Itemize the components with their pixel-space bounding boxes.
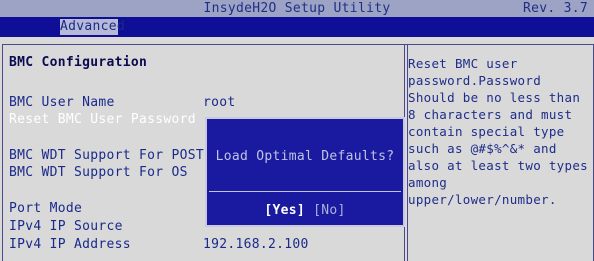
help-line: 8 characters and must — [408, 107, 573, 122]
setting-bmc-wdt-post[interactable]: BMC WDT Support For POST — [9, 148, 204, 163]
confirm-dialog: Load Optimal Defaults? [Yes] [No] — [205, 117, 405, 227]
help-text: Reset BMC user password.Password Should … — [408, 55, 590, 208]
help-line: among — [408, 175, 448, 190]
help-line: password.Password — [408, 73, 542, 88]
help-line: such as @#$%^&* and — [408, 141, 557, 156]
app-title: InsydeH2O Setup Utility — [203, 1, 391, 16]
revision-label: Rev. 3.7 — [522, 1, 588, 16]
menu-bar: Advanced — [0, 17, 594, 37]
setting-bmc-wdt-os[interactable]: BMC WDT Support For OS — [9, 165, 188, 180]
no-button[interactable]: [No] — [313, 203, 346, 218]
dialog-question: Load Optimal Defaults? — [215, 149, 395, 164]
setting-ipv4-ip-source[interactable]: IPv4 IP Source — [9, 219, 123, 234]
yes-button[interactable]: [Yes] — [264, 203, 305, 218]
setting-bmc-user-name-value: root — [203, 95, 236, 110]
dialog-divider — [209, 191, 401, 192]
help-panel: Reset BMC user password.Password Should … — [404, 44, 594, 261]
dialog-buttons: [Yes] [No] — [207, 203, 403, 218]
setting-ipv4-ip-address[interactable]: IPv4 IP Address — [9, 237, 131, 252]
title-bar: InsydeH2O Setup Utility Rev. 3.7 — [0, 0, 594, 17]
help-line: also at least two types — [408, 158, 588, 173]
tab-advanced[interactable]: Advanced — [60, 19, 125, 35]
help-line: Should be no less than — [408, 90, 581, 105]
help-line: contain special type — [408, 124, 565, 139]
setting-bmc-user-name[interactable]: BMC User Name — [9, 95, 115, 110]
setting-port-mode[interactable]: Port Mode — [9, 201, 82, 216]
setting-reset-bmc-user-password[interactable]: Reset BMC User Password — [9, 112, 196, 127]
section-title: BMC Configuration — [9, 55, 148, 70]
help-line: Reset BMC user — [408, 56, 518, 71]
help-line: upper/lower/number. — [408, 192, 557, 207]
setting-ipv4-ip-address-value: 192.168.2.100 — [203, 237, 309, 252]
